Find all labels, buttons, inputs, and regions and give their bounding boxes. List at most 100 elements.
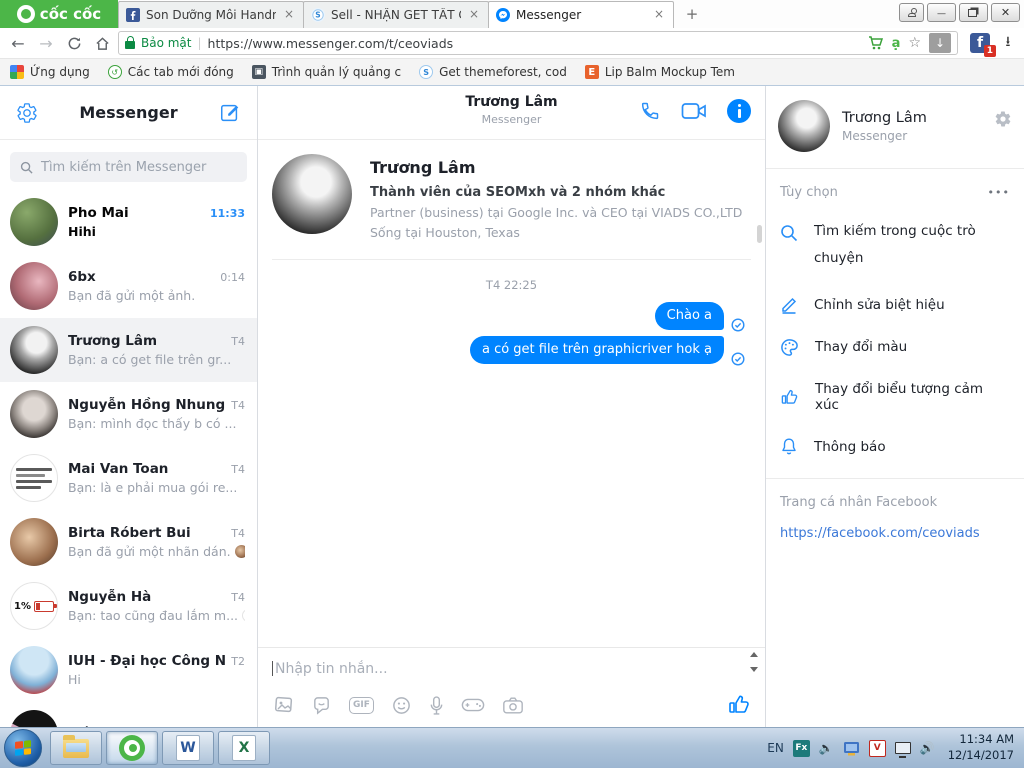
taskbar-explorer-button[interactable] — [50, 731, 102, 765]
volume-mixer-icon[interactable]: 🔉 — [819, 741, 834, 755]
sticker-icon[interactable] — [311, 695, 332, 716]
list-item-iuh[interactable]: IUH - Đại học Công N... T2 Hi — [0, 638, 257, 702]
voice-call-icon[interactable] — [639, 100, 661, 122]
dictionary-icon[interactable]: ạ — [892, 36, 901, 51]
speaker-tray-icon[interactable]: 🔊 — [920, 741, 935, 755]
language-indicator[interactable]: EN — [767, 741, 784, 755]
bookmark-ads-manager[interactable]: ▣ Trình quản lý quảng c — [251, 65, 401, 79]
taskbar-coccoc-button[interactable] — [106, 731, 158, 765]
fx-tray-icon[interactable]: Fx — [792, 739, 810, 757]
conversation-preview: Hi — [68, 672, 81, 687]
contact-avatar[interactable] — [778, 100, 830, 152]
coccoc-brand[interactable]: cốc cốc — [0, 0, 118, 28]
downloads-button[interactable]: ⭳ — [998, 31, 1018, 55]
tab-close-icon[interactable] — [652, 8, 666, 22]
camera-icon[interactable] — [502, 696, 524, 715]
bookmark-recent-tabs[interactable]: ↺ Các tab mới đóng — [107, 65, 234, 79]
v-app-tray-icon[interactable]: V — [868, 739, 886, 757]
option-change-emoji[interactable]: Thay đổi biểu tượng cảm xúc — [766, 369, 1024, 425]
home-button[interactable] — [90, 31, 114, 55]
list-item-mai-van-toan[interactable]: Mai Van Toan T4 Bạn: là e phải mua gói re… — [0, 446, 257, 510]
input-scrollbar[interactable] — [747, 652, 761, 672]
bookmark-lip-balm[interactable]: E Lip Balm Mockup Tem — [584, 65, 735, 79]
details-contact-name: Trương Lâm — [842, 109, 927, 126]
word-icon: W — [176, 735, 200, 761]
remote-desktop-tray-icon[interactable] — [843, 740, 860, 757]
conversation-meta: Birta Róbert Bui T4 Bạn đã gửi một nhãn d… — [68, 525, 245, 559]
list-item-pho-mai[interactable]: Pho Mai 11:33 Hihi — [0, 190, 257, 254]
option-search-in-conversation[interactable]: Tìm kiếm trong cuộc trò chuyện — [766, 206, 1024, 284]
conversation-details-panel: Trương Lâm Messenger Tùy chọn Tìm kiếm t… — [765, 86, 1024, 727]
network-tray-icon[interactable] — [894, 742, 911, 758]
video-call-icon[interactable] — [681, 101, 707, 121]
contact-avatar-large[interactable] — [272, 154, 352, 234]
reload-button[interactable] — [62, 31, 86, 55]
bookmark-apps[interactable]: Ứng dụng — [10, 65, 90, 79]
tab-facebook-page[interactable]: Son Dưỡng Môi Handmad — [118, 1, 304, 28]
bookmark-label: Lip Balm Mockup Tem — [604, 65, 735, 79]
taskbar-excel-button[interactable]: X — [218, 731, 270, 765]
more-options-icon[interactable] — [988, 185, 1010, 200]
facebook-extension-button[interactable]: f 1 — [970, 33, 996, 57]
url-text[interactable]: https://www.messenger.com/t/ceoviads — [208, 36, 862, 51]
conversation-name: Nguyễn Hà — [68, 589, 152, 605]
photo-attach-icon[interactable] — [272, 695, 294, 715]
avatar-battery: 1% — [10, 582, 58, 630]
new-tab-button[interactable] — [679, 7, 705, 23]
bookmark-star-icon[interactable]: ☆ — [908, 35, 921, 51]
sent-message-bubble[interactable]: a có get file trên graphicriver hok ạ — [469, 336, 724, 364]
microphone-icon[interactable] — [429, 695, 444, 716]
chat-scrollbar[interactable] — [757, 225, 762, 243]
minimize-button[interactable] — [927, 3, 956, 22]
games-icon[interactable] — [461, 696, 485, 714]
conversation-settings-icon[interactable] — [994, 110, 1012, 128]
sent-message-bubble[interactable]: Chào a — [654, 302, 724, 330]
emoji-icon[interactable] — [391, 695, 412, 716]
start-button[interactable] — [4, 729, 42, 767]
address-bar[interactable]: Bảo mật | https://www.messenger.com/t/ce… — [118, 31, 958, 55]
taskbar-word-button[interactable]: W — [162, 731, 214, 765]
gif-icon[interactable]: GIF — [349, 696, 374, 714]
message-row: a có get file trên graphicriver hok ạ — [272, 336, 751, 366]
options-header: Tùy chọn — [766, 169, 1024, 206]
search-input[interactable]: Tìm kiếm trên Messenger — [10, 152, 247, 182]
tab-messenger[interactable]: Messenger — [488, 1, 674, 28]
cart-icon[interactable] — [868, 36, 884, 50]
message-input-area: Nhập tin nhắn... GIF — [258, 647, 765, 727]
conversation-preview: Bạn đã gửi một nhãn dán. — [68, 544, 231, 559]
option-change-color[interactable]: Thay đổi màu — [766, 326, 1024, 369]
scroll-down-icon[interactable] — [750, 667, 758, 672]
tab-close-icon[interactable] — [467, 8, 481, 22]
list-item-truong-lam[interactable]: Trương Lâm T4 Bạn: a có get file trên gr.… — [0, 318, 257, 382]
forward-button[interactable]: → — [34, 31, 58, 55]
maximize-button[interactable] — [959, 3, 988, 22]
list-item-birta-robert-bui[interactable]: Birta Róbert Bui T4 Bạn đã gửi một nhãn d… — [0, 510, 257, 574]
compose-icon[interactable] — [219, 102, 241, 124]
battery-icon — [33, 600, 57, 612]
option-edit-nickname[interactable]: Chỉnh sửa biệt hiệu — [766, 284, 1024, 326]
like-thumb-button[interactable] — [727, 693, 751, 717]
conversation-preview: Bạn: là e phải mua gói re... — [68, 480, 238, 495]
option-notifications[interactable]: Thông báo — [766, 425, 1024, 468]
conversation-info-icon[interactable] — [727, 99, 751, 123]
conversation-preview: Bạn: a có get file trên gr... — [68, 352, 232, 367]
list-item-6bx[interactable]: 6bx 0:14 Bạn đã gửi một ảnh. — [0, 254, 257, 318]
message-input[interactable]: Nhập tin nhắn... — [272, 658, 751, 677]
back-button[interactable]: ← — [6, 31, 30, 55]
list-item-nguyen-hong-nhung[interactable]: Nguyễn Hồng Nhung T4 Bạn: mình đọc thấy b… — [0, 382, 257, 446]
chat-message-area[interactable]: Trương Lâm Thành viên của SEOMxh và 2 nh… — [258, 140, 765, 647]
scroll-up-icon[interactable] — [750, 652, 758, 657]
clock[interactable]: 11:34 AM 12/14/2017 — [948, 732, 1014, 763]
conversation-meta: Trương Lâm T4 Bạn: a có get file trên gr.… — [68, 333, 245, 367]
list-item-nguyen-ha[interactable]: 1% Nguyễn Hà T4 Bạn: tao cũng đau lắm m..… — [0, 574, 257, 638]
download-indicator-button[interactable]: ↓ — [929, 33, 951, 53]
tab-sell-page[interactable]: S Sell - NHẬN GET TẤT CẢ T — [303, 1, 489, 28]
list-item-dat-lanh-team[interactable]: Đất lành team — [0, 702, 257, 727]
close-button[interactable] — [991, 3, 1020, 22]
settings-gear-icon[interactable] — [16, 102, 38, 124]
profile-button[interactable] — [899, 3, 924, 22]
facebook-profile-link[interactable]: https://facebook.com/ceoviads — [780, 526, 1010, 541]
tab-close-icon[interactable] — [282, 8, 296, 22]
chat-header: Trương Lâm Messenger — [258, 86, 765, 140]
bookmark-get-themeforest[interactable]: S Get themeforest, cod — [419, 65, 567, 79]
